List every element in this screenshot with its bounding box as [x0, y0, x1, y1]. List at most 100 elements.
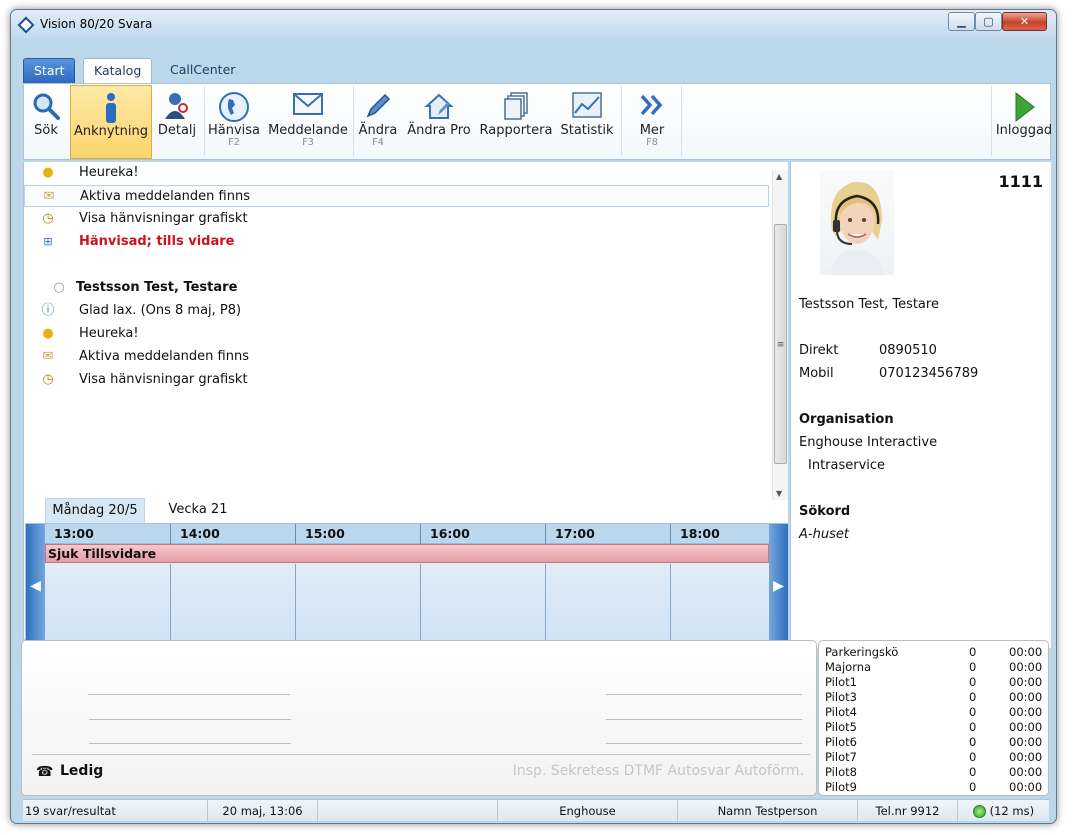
queue-row[interactable]: Pilot5 0 00:00: [825, 720, 1045, 735]
list-item[interactable]: ● Heureka!: [24, 162, 769, 184]
keyword-value: A-huset: [799, 527, 849, 542]
extension-number: 1111: [998, 172, 1043, 191]
status-bar: 19 svar/resultat 20 maj, 13:06 Enghouse …: [23, 799, 1049, 822]
tab-day[interactable]: Måndag 20/5: [45, 498, 145, 523]
lightbulb-icon: ●: [42, 326, 54, 341]
list-item[interactable]: ○ Testsson Test, Testare: [24, 277, 769, 299]
ribbon-separator: [991, 86, 992, 156]
minimize-button[interactable]: ▁: [948, 12, 975, 31]
phone-number: Tel.nr 9912: [858, 800, 958, 822]
clock-icon: ◷: [42, 372, 54, 387]
queue-row[interactable]: Pilot8 0 00:00: [825, 765, 1045, 780]
hour-label: 13:00: [54, 526, 94, 541]
edit-button[interactable]: Ändra F4: [357, 85, 399, 159]
list-item[interactable]: ⓘ Glad lax. (Ons 8 maj, P8): [24, 300, 769, 322]
queue-list: Parkeringskö 0 00:00 Majorna 0 00:00 Pilot1 0…: [818, 640, 1049, 796]
list-item[interactable]: ⊞ Hänvisad; tills vidare: [24, 231, 769, 253]
phone-handset-icon: ☎: [36, 764, 54, 780]
contact-card: 1111 Testsson Test, Testare Direkt 08905…: [790, 162, 1051, 648]
more-button[interactable]: Mer F8: [626, 85, 678, 159]
home-edit-icon: [423, 91, 455, 121]
phone-icon: [218, 91, 250, 122]
scroll-down-icon[interactable]: ▼: [776, 489, 782, 498]
call-field-line: [89, 743, 291, 744]
direct-number[interactable]: 0890510: [879, 343, 937, 358]
queue-row[interactable]: Pilot9 0 00:00: [825, 780, 1045, 795]
calendar-timeline: ◀ 13:00 14:00 15:00 16:00 17:00 18:00 Sj…: [25, 523, 788, 648]
detail-button[interactable]: Detalj: [155, 85, 199, 159]
ribbon-separator: [681, 86, 682, 156]
connection-ok-icon: [972, 805, 986, 818]
ribbon-toolbar: Sök Anknytning Detalj Hänvisa F2 Meddela…: [23, 83, 1054, 160]
scroll-thumb[interactable]: ≡: [774, 224, 787, 464]
calendar-prev-button[interactable]: ◀: [26, 524, 45, 648]
pencil-icon: [362, 91, 394, 121]
list-item[interactable]: ✉ Aktiva meddelanden finns: [24, 346, 769, 368]
queue-row[interactable]: Pilot6 0 00:00: [825, 735, 1045, 750]
chart-icon: [571, 91, 603, 121]
extension-button[interactable]: Anknytning: [70, 85, 152, 159]
vertical-scrollbar[interactable]: ▲ ≡ ▼: [772, 170, 788, 500]
application-window: Vision 80/20 Svara ▁ ▢ ✕ Start Katalog C…: [10, 9, 1057, 824]
grid-line: [420, 564, 421, 648]
calendar-event[interactable]: Sjuk Tillsvidare: [45, 544, 769, 563]
hour-label: 16:00: [420, 524, 545, 544]
status-circle-icon: ○: [53, 280, 65, 295]
list-item[interactable]: ● Heureka!: [24, 323, 769, 345]
statistics-button[interactable]: Statistik: [557, 85, 617, 159]
queue-row[interactable]: Parkeringskö 0 00:00: [825, 645, 1045, 660]
contact-name: Testsson Test, Testare: [799, 297, 939, 312]
search-button[interactable]: Sök: [26, 85, 66, 159]
status-empty: [318, 800, 498, 822]
person-detail-icon: [161, 91, 193, 121]
tab-week[interactable]: Vecka 21: [153, 498, 243, 523]
edit-pro-button[interactable]: Ändra Pro: [404, 85, 474, 159]
calendar-next-button[interactable]: ▶: [769, 524, 788, 648]
call-field-line: [89, 719, 291, 720]
queue-row[interactable]: Pilot1 0 00:00: [825, 675, 1045, 690]
clock-icon: ◷: [42, 211, 54, 226]
tab-katalog[interactable]: Katalog: [83, 58, 152, 84]
lightbulb-icon: ●: [42, 165, 54, 180]
double-chevron-icon: [636, 91, 668, 121]
queue-row[interactable]: Pilot3 0 00:00: [825, 690, 1045, 705]
company-name: Enghouse: [498, 800, 678, 822]
info-icon: ⓘ: [41, 303, 55, 318]
list-item[interactable]: ◷ Visa hänvisningar grafiskt: [24, 208, 769, 230]
tab-callcenter[interactable]: CallCenter: [160, 58, 250, 83]
envelope-icon: ✉: [42, 349, 54, 364]
call-field-line: [606, 719, 802, 720]
grid-line: [295, 564, 296, 648]
department-name: Intraservice: [808, 458, 886, 473]
scroll-up-icon[interactable]: ▲: [776, 172, 782, 181]
call-state: Ledig: [60, 763, 104, 779]
message-button[interactable]: Meddelande F3: [267, 85, 349, 159]
tab-start[interactable]: Start: [23, 58, 75, 83]
contact-photo: [820, 170, 894, 275]
queue-row[interactable]: Pilot7 0 00:00: [825, 750, 1045, 765]
mobile-number[interactable]: 070123456789: [879, 366, 978, 381]
timeline-header: 13:00 14:00 15:00 16:00 17:00 18:00: [45, 524, 769, 544]
grid-line: [170, 564, 171, 648]
grid-line: [545, 564, 546, 648]
queue-row[interactable]: Majorna 0 00:00: [825, 660, 1045, 675]
list-item[interactable]: ◷ Visa hänvisningar grafiskt: [24, 369, 769, 391]
title-bar[interactable]: Vision 80/20 Svara ▁ ▢ ✕: [11, 10, 1056, 38]
user-name: Namn Testperson: [678, 800, 858, 822]
list-item[interactable]: ✉ Aktiva meddelanden finns: [24, 185, 769, 207]
envelope-icon: ✉: [43, 189, 55, 204]
maximize-button[interactable]: ▢: [975, 12, 1002, 31]
close-button[interactable]: ✕: [1002, 12, 1047, 31]
latency: (12 ms): [989, 804, 1035, 818]
report-button[interactable]: Rapportera: [479, 85, 553, 159]
call-field-line: [88, 694, 290, 695]
window-title: Vision 80/20 Svara: [40, 17, 153, 31]
divider: [32, 754, 810, 755]
logged-in-button[interactable]: Inloggad: [994, 85, 1054, 159]
plus-box-icon[interactable]: ⊞: [40, 234, 56, 250]
keyword-heading: Sökord: [799, 504, 851, 519]
queue-row[interactable]: Pilot4 0 00:00: [825, 705, 1045, 720]
call-field-line: [606, 694, 802, 695]
redirect-button[interactable]: Hänvisa F2: [206, 85, 262, 159]
ribbon-separator: [204, 86, 205, 156]
